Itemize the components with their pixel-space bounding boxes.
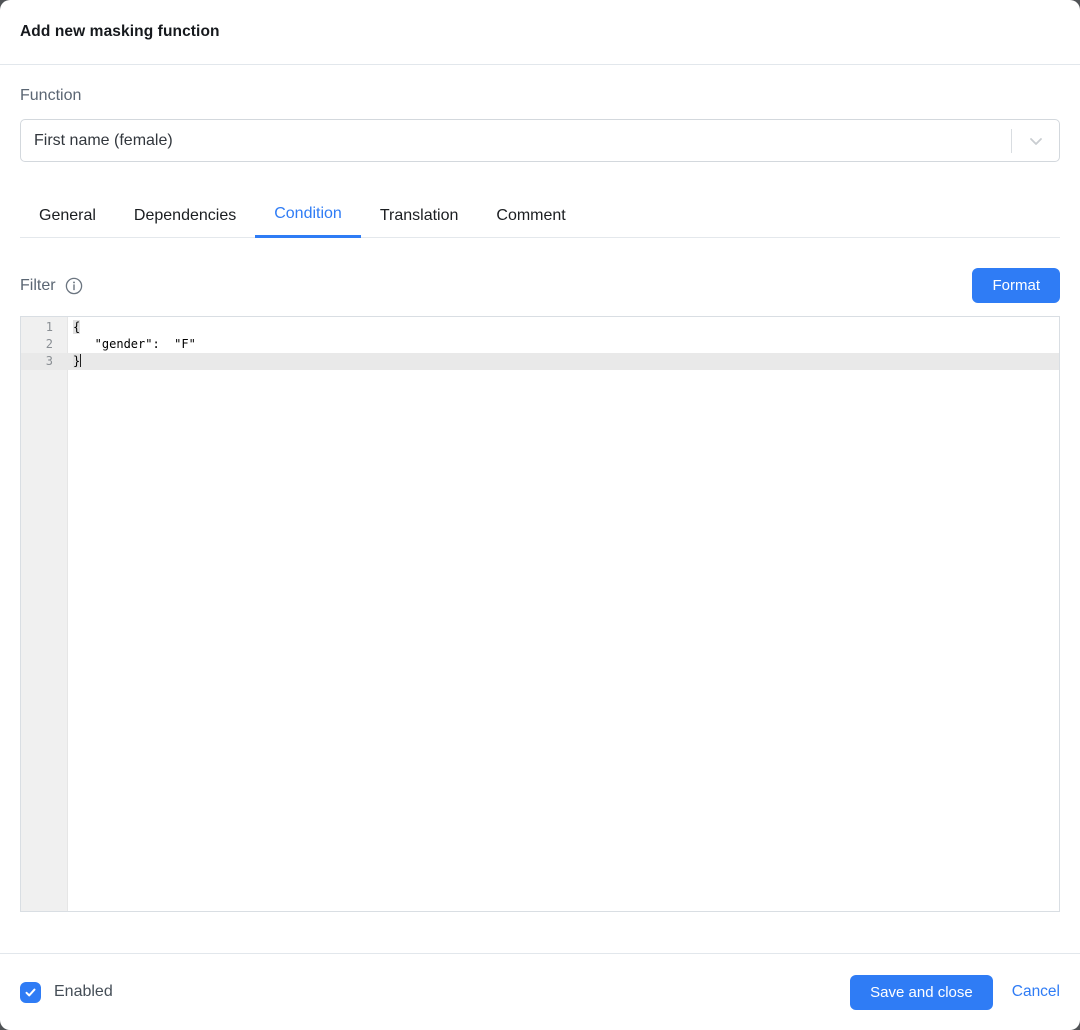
open-brace: { bbox=[73, 320, 80, 334]
tab-condition[interactable]: Condition bbox=[255, 193, 361, 238]
code-content: "gender": "F" bbox=[68, 336, 196, 353]
text-cursor bbox=[80, 354, 81, 367]
tab-general[interactable]: General bbox=[20, 193, 115, 238]
code-line-3: 3 } bbox=[21, 353, 1059, 370]
editor-gutter bbox=[21, 317, 68, 911]
tab-bar: General Dependencies Condition Translati… bbox=[20, 193, 1060, 238]
line-number: 2 bbox=[21, 336, 68, 353]
tab-dependencies[interactable]: Dependencies bbox=[115, 193, 255, 238]
enabled-checkbox-row[interactable]: Enabled bbox=[20, 982, 850, 1003]
code-line-1: 1 { bbox=[21, 319, 1059, 336]
code-line-2: 2 "gender": "F" bbox=[21, 336, 1059, 353]
close-brace: } bbox=[73, 354, 80, 368]
function-select[interactable]: First name (female) bbox=[20, 119, 1060, 162]
chevron-down-icon[interactable] bbox=[1012, 131, 1059, 151]
format-button[interactable]: Format bbox=[972, 268, 1060, 303]
dialog-header: Add new masking function bbox=[0, 0, 1080, 65]
dialog-body: Function First name (female) General Dep… bbox=[0, 65, 1080, 953]
save-and-close-button[interactable]: Save and close bbox=[850, 975, 993, 1010]
line-number: 1 bbox=[21, 319, 68, 336]
info-icon[interactable] bbox=[65, 277, 83, 295]
checkbox-checked-icon[interactable] bbox=[20, 982, 41, 1003]
cancel-button[interactable]: Cancel bbox=[1012, 983, 1060, 1001]
filter-label: Filter bbox=[20, 277, 56, 295]
tab-comment[interactable]: Comment bbox=[477, 193, 584, 238]
line-number: 3 bbox=[21, 353, 68, 370]
dialog-title: Add new masking function bbox=[20, 23, 220, 41]
add-masking-function-dialog: Add new masking function Function First … bbox=[0, 0, 1080, 1030]
condition-code-editor[interactable]: 1 { 2 "gender": "F" 3 } bbox=[20, 316, 1060, 912]
dialog-footer: Enabled Save and close Cancel bbox=[0, 953, 1080, 1030]
function-label: Function bbox=[20, 87, 1060, 105]
enabled-label: Enabled bbox=[54, 983, 113, 1001]
tab-translation[interactable]: Translation bbox=[361, 193, 478, 238]
function-select-value: First name (female) bbox=[21, 132, 1011, 150]
filter-toolbar: Filter Format bbox=[20, 268, 1060, 303]
